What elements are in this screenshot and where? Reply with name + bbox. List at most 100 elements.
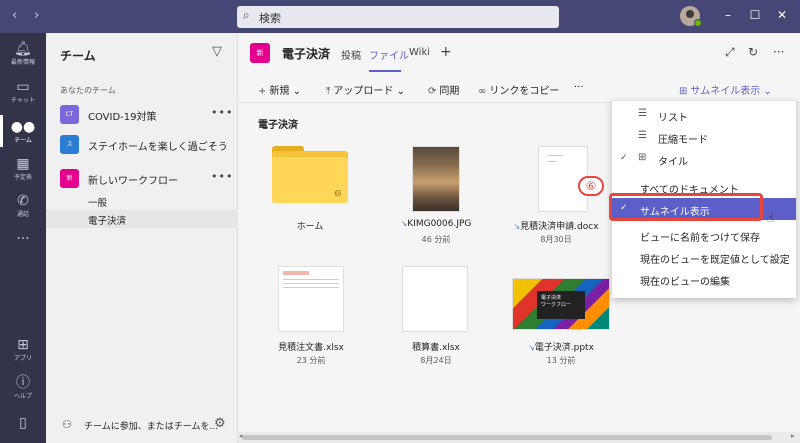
search-input[interactable]: ⌕ 検索: [237, 6, 559, 28]
menu-label: 圧縮モード: [658, 135, 708, 146]
rail-item-teams[interactable]: ●● チーム: [0, 115, 46, 147]
compact-icon: ☰: [638, 130, 647, 141]
file-modified: 13 分前: [546, 356, 576, 365]
team-name: ステイホームを楽しく過ごそう: [88, 142, 228, 153]
channel-general[interactable]: 一般: [46, 192, 238, 210]
file-modified: 23 分前: [296, 356, 326, 365]
rail-item-calendar[interactable]: ▦ 予定表: [0, 156, 46, 182]
section-heading: あなたのチーム: [60, 86, 116, 95]
ellipsis-icon: ···: [16, 231, 30, 247]
maximize-icon[interactable]: ☐: [745, 8, 765, 22]
menu-item-set-default-view[interactable]: 現在のビューを既定値として設定: [612, 246, 796, 268]
upload-label: アップロード: [333, 86, 394, 97]
doc-line: [283, 287, 339, 288]
chat-icon: ▭: [16, 79, 30, 95]
rail-item-calls[interactable]: ✆ 通話: [0, 193, 46, 219]
add-tab-icon[interactable]: +: [440, 44, 452, 60]
upload-button[interactable]: ⤒ アップロード ⌄: [326, 82, 405, 97]
minimize-icon[interactable]: –: [718, 8, 738, 22]
search-placeholder: 検索: [259, 12, 281, 25]
more-options-icon[interactable]: ···: [773, 45, 784, 59]
help-icon: ⓘ: [16, 375, 30, 391]
new-label: 新規: [269, 86, 290, 97]
sync-status-icon: ↘: [528, 343, 535, 352]
tab-files[interactable]: ファイル: [369, 47, 409, 62]
refresh-icon[interactable]: ↻: [748, 45, 758, 59]
tab-wiki[interactable]: Wiki: [409, 47, 430, 58]
team-name: COVID-19対策: [88, 112, 157, 123]
team-avatar: CT: [60, 105, 79, 124]
join-team-button[interactable]: ⚇ チームに参加、またはチームを... ⚙: [46, 413, 238, 437]
sync-icon: ⟳: [428, 86, 437, 97]
team-item-workflow[interactable]: 新 新しいワークフロー •••: [46, 165, 238, 193]
rail-label: ヘルプ: [13, 393, 32, 400]
menu-label: リスト: [658, 113, 688, 124]
calendar-icon: ▦: [16, 156, 30, 172]
breadcrumb: 電子決済: [258, 120, 298, 131]
rail-item-help[interactable]: ⓘ ヘルプ: [0, 375, 46, 401]
sync-button[interactable]: ⟳ 同期: [428, 82, 459, 97]
new-button[interactable]: + 新規 ⌄: [258, 82, 301, 97]
doc-line: [547, 161, 557, 162]
menu-item-compact[interactable]: ☰ 圧縮モード: [612, 126, 796, 148]
doc-line: [547, 155, 563, 156]
rail-more-icon[interactable]: ···: [0, 231, 46, 247]
file-name: 積算書.xlsx: [412, 343, 460, 353]
sheet-header: [283, 271, 309, 275]
view-switcher-button[interactable]: ⊞ サムネイル表示 ⌄: [679, 82, 772, 97]
photo-thumbnail: [412, 146, 460, 212]
back-arrow-icon[interactable]: ‹: [12, 8, 17, 23]
close-icon[interactable]: ✕: [772, 8, 792, 22]
gear-icon[interactable]: ⚙: [214, 416, 226, 431]
teams-icon: ●●: [10, 119, 36, 135]
file-name: ↘電子決済.pptx: [513, 340, 609, 353]
menu-item-list[interactable]: ☰ リスト: [612, 104, 796, 126]
rail-item-chat[interactable]: ▭ チャット: [0, 79, 46, 105]
forward-arrow-icon[interactable]: ›: [34, 8, 39, 23]
rail-label: 最新情報: [10, 59, 35, 66]
panel-title: チーム: [60, 49, 96, 63]
file-name-text: KIMG0006.JPG: [407, 219, 472, 229]
more-actions-button[interactable]: ···: [574, 82, 584, 93]
more-options-icon[interactable]: •••: [211, 170, 233, 183]
check-icon: ✓: [620, 153, 628, 163]
channel-epayment[interactable]: 電子決済: [46, 210, 238, 228]
slide-title: 電子決済: [541, 295, 562, 301]
menu-item-save-view-as[interactable]: ビューに名前をつけて保存: [612, 224, 796, 246]
rail-label: 予定表: [13, 174, 32, 181]
rail-item-activity[interactable]: 🔔︎ 最新情報: [0, 41, 46, 67]
rail-item-mobile[interactable]: ▯: [0, 415, 46, 431]
title-bar: ‹ › ⌕ 検索 – ☐ ✕: [0, 0, 800, 33]
shared-link-icon: ⊖: [334, 189, 342, 199]
menu-item-tile[interactable]: ✓ ⊞ タイル: [612, 148, 796, 170]
callout-highlight: [609, 193, 763, 221]
scrollbar-thumb[interactable]: [242, 435, 772, 440]
tab-posts[interactable]: 投稿: [341, 47, 361, 62]
team-avatar: 新: [60, 169, 79, 188]
expand-icon[interactable]: ⤢: [725, 45, 735, 60]
menu-label: ビューに名前をつけて保存: [640, 233, 760, 244]
team-item-stayhome[interactable]: ス ステイホームを楽しく過ごそう: [46, 131, 238, 159]
rail-label: 通話: [16, 211, 29, 218]
menu-label: タイル: [658, 157, 688, 168]
presence-indicator: [694, 19, 702, 27]
search-icon: ⌕: [243, 8, 250, 22]
slide-title-box: 電子決済 ワークフロー: [537, 291, 585, 319]
filter-icon[interactable]: ▽: [212, 44, 222, 59]
rail-item-apps[interactable]: ⊞ アプリ: [0, 337, 46, 363]
phone-icon: ✆: [17, 193, 29, 209]
view-label: サムネイル表示: [690, 86, 761, 97]
rail-label: チャット: [11, 97, 35, 104]
more-options-icon[interactable]: •••: [211, 106, 233, 119]
horizontal-scrollbar[interactable]: ◂ ▸: [238, 432, 800, 443]
chevron-down-icon: ⌄: [763, 86, 772, 97]
scroll-right-icon[interactable]: ▸: [791, 432, 795, 440]
file-name-text: 電子決済.pptx: [534, 343, 594, 353]
tile-icon: ⊞: [638, 152, 647, 163]
menu-item-edit-view[interactable]: 現在のビューの編集: [612, 268, 796, 290]
main-content: 新 電子決済 投稿 ファイル Wiki + ⤢ ↻ ··· + 新規 ⌄ ⤒ アップ…: [238, 33, 800, 443]
team-item-covid[interactable]: CT COVID-19対策 •••: [46, 101, 238, 129]
file-name: ホーム: [296, 222, 324, 232]
rail-label: チーム: [14, 137, 32, 144]
copy-link-button[interactable]: ∞ リンクをコピー: [478, 82, 559, 97]
